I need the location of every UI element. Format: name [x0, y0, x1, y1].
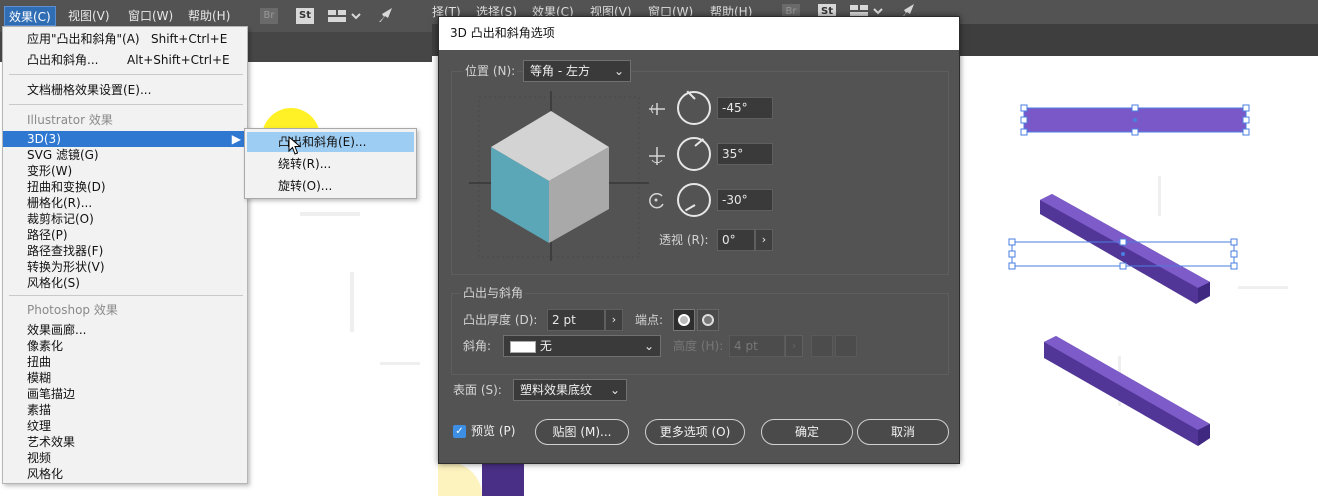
bevel-dropdown[interactable]: 无 ⌄: [503, 335, 661, 357]
extrude-bevel-section-title: 凸出与斜角: [461, 284, 526, 302]
menu-item-pathfinder[interactable]: 路径查找器(F): [3, 243, 247, 259]
submenu-rotate[interactable]: 旋转(O)...: [247, 176, 414, 196]
preview-checkbox[interactable]: ✓: [453, 425, 466, 438]
menu-item-sketch[interactable]: 素描: [3, 402, 247, 418]
menu-help[interactable]: 帮助(H): [184, 6, 234, 26]
perspective-slider-button[interactable]: ›: [755, 229, 773, 251]
3d-extrude-bevel-dialog: 3D 凸出和斜角选项 位置 (N): 等角 - 左方 ⌄ -45° 35° -3…: [438, 16, 960, 464]
ok-button[interactable]: 确定: [761, 419, 853, 445]
menu-separator: [9, 74, 243, 75]
document-raster-settings-item[interactable]: 文档栅格效果设置(E)...: [3, 82, 247, 98]
menu-item-distort-transform[interactable]: 扭曲和变换(D): [3, 179, 247, 195]
bevel-height-slider-button: ›: [785, 335, 803, 357]
rotate-z-input[interactable]: -30°: [717, 189, 773, 211]
menu-item-warp[interactable]: 变形(W): [3, 163, 247, 179]
position-dropdown-value: 等角 - 左方: [530, 64, 590, 78]
menu-item-artistic[interactable]: 艺术效果: [3, 434, 247, 450]
menu-effects[interactable]: 效果(C): [4, 6, 56, 26]
gpu-rocket-icon[interactable]: [376, 6, 396, 22]
chevron-down-icon: ⌄: [613, 64, 624, 78]
cap-on-button[interactable]: [673, 309, 695, 331]
left-screenshot-panel: 效果(C) 视图(V) 窗口(W) 帮助(H) Br St 应用"凸出和斜角"(…: [0, 0, 432, 496]
menu-separator: [9, 104, 243, 105]
photoshop-effects-header: Photoshop 效果: [27, 303, 118, 317]
menu-item-texture[interactable]: 纹理: [3, 418, 247, 434]
menu-item-rasterize[interactable]: 栅格化(R)...: [3, 195, 247, 211]
effects-menu-dropdown: 应用"凸出和斜角"(A) Shift+Ctrl+E 凸出和斜角... Alt+S…: [2, 26, 248, 484]
rotate-y-dial[interactable]: [677, 137, 711, 171]
apply-last-effect-item[interactable]: 应用"凸出和斜角"(A) Shift+Ctrl+E: [3, 31, 247, 47]
apply-last-effect-label: 应用"凸出和斜角"(A): [27, 32, 140, 46]
bevel-label: 斜角:: [463, 339, 492, 353]
bevel-in-button: [835, 335, 857, 357]
position-label: 位置 (N):: [463, 62, 518, 80]
menu-item-distort[interactable]: 扭曲: [3, 354, 247, 370]
rotate-z-dial[interactable]: [677, 183, 711, 217]
rotate-z-axis-icon: [649, 192, 664, 209]
menu-item-path[interactable]: 路径(P): [3, 227, 247, 243]
extrude-depth-label: 凸出厚度 (D):: [463, 313, 538, 327]
illustrator-effects-header: Illustrator 效果: [27, 113, 113, 127]
submenu-extrude-bevel[interactable]: 凸出和斜角(E)...: [247, 132, 414, 152]
menu-item-brush-strokes[interactable]: 画笔描边: [3, 386, 247, 402]
extrude-bevel-group: [451, 293, 949, 375]
last-effect-item[interactable]: 凸出和斜角... Alt+Shift+Ctrl+E: [3, 52, 247, 68]
menu-window[interactable]: 窗口(W): [124, 6, 177, 26]
surface-dropdown-value: 塑料效果底纹: [520, 383, 593, 397]
menu-item-pixelate[interactable]: 像素化: [3, 338, 247, 354]
last-effect-shortcut: Alt+Shift+Ctrl+E: [127, 53, 230, 67]
menu-item-effect-gallery[interactable]: 效果画廊...: [3, 322, 247, 338]
apply-last-effect-shortcut: Shift+Ctrl+E: [151, 32, 228, 46]
perspective-input[interactable]: 0°: [717, 229, 755, 251]
menu-view[interactable]: 视图(V): [64, 6, 114, 26]
bevel-out-button: [811, 335, 833, 357]
menu-item-blur[interactable]: 模糊: [3, 370, 247, 386]
stock-icon[interactable]: St: [296, 8, 314, 24]
rotate-x-dial[interactable]: [677, 90, 711, 125]
menu-item-stylize[interactable]: 风格化(S): [3, 275, 247, 291]
surface-dropdown[interactable]: 塑料效果底纹 ⌄: [513, 379, 627, 401]
cancel-button[interactable]: 取消: [857, 419, 949, 445]
surface-label: 表面 (S):: [453, 383, 502, 397]
submenu-arrow-icon: ▶: [231, 132, 241, 146]
menu-separator: [9, 295, 243, 296]
preview-label: 预览 (P): [471, 424, 516, 438]
last-effect-label: 凸出和斜角...: [27, 53, 99, 67]
menu-item-video[interactable]: 视频: [3, 450, 247, 466]
menu-item-3d-label: 3D(3): [27, 132, 61, 146]
menu-item-convert-to-shape[interactable]: 转换为形状(V): [3, 259, 247, 275]
bridge-icon[interactable]: Br: [260, 8, 278, 24]
purple-artwork-fragment: [482, 462, 524, 496]
bevel-swatch: [510, 340, 536, 353]
extrude-depth-slider-button[interactable]: ›: [605, 309, 623, 331]
dialog-title: 3D 凸出和斜角选项: [439, 17, 959, 50]
rotate-x-axis-icon: [649, 103, 665, 115]
bevel-dropdown-value: 无: [539, 339, 552, 353]
bevel-height-label: 高度 (H):: [673, 339, 724, 353]
menu-item-3d[interactable]: 3D(3) ▶: [3, 131, 247, 147]
menu-item-crop-marks[interactable]: 裁剪标记(O): [3, 211, 247, 227]
cap-label: 端点:: [635, 313, 664, 327]
cap-off-button[interactable]: [697, 309, 719, 331]
more-options-button[interactable]: 更多选项 (O): [645, 419, 745, 445]
3d-submenu: 凸出和斜角(E)... 绕转(R)... 旋转(O)...: [244, 128, 417, 199]
3d-rotation-cube-preview[interactable]: [469, 91, 649, 261]
rotate-x-input[interactable]: -45°: [717, 97, 773, 119]
bevel-height-input: 4 pt: [729, 335, 785, 357]
rotate-y-axis-icon: [649, 147, 665, 165]
menu-item-stylize-ps[interactable]: 风格化: [3, 466, 247, 482]
arrange-documents-icon[interactable]: [328, 8, 364, 24]
perspective-label: 透视 (R):: [659, 233, 709, 247]
mouse-cursor-icon: [288, 136, 302, 155]
map-button[interactable]: 贴图 (M)...: [535, 419, 629, 445]
menu-item-svg-filters[interactable]: SVG 滤镜(G): [3, 147, 247, 163]
extrude-depth-input[interactable]: 2 pt: [547, 309, 605, 331]
submenu-revolve[interactable]: 绕转(R)...: [247, 154, 414, 174]
chevron-down-icon: ⌄: [609, 383, 620, 397]
chevron-down-icon: ⌄: [643, 339, 654, 353]
artwork-bars: [1008, 104, 1250, 446]
rotate-y-input[interactable]: 35°: [717, 143, 773, 165]
position-dropdown[interactable]: 等角 - 左方 ⌄: [523, 60, 631, 82]
